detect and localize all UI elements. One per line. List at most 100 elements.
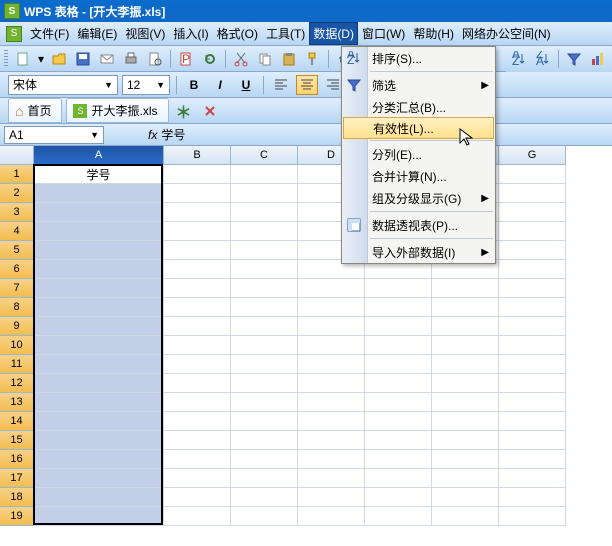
row-header[interactable]: 11 [0,355,34,374]
bold-button[interactable]: B [183,75,205,95]
cell[interactable] [365,469,432,488]
menu-network[interactable]: 网络办公空间(N) [458,22,555,45]
cell[interactable] [499,279,566,298]
cell[interactable] [499,355,566,374]
cell[interactable] [432,298,499,317]
dropdown-item[interactable]: 分类汇总(B)... [342,96,495,118]
cell[interactable] [34,317,164,336]
row-header[interactable]: 6 [0,260,34,279]
menu-help[interactable]: 帮助(H) [409,22,458,45]
sort-asc-button[interactable]: AZ [508,48,530,70]
cell[interactable] [432,355,499,374]
cell[interactable] [499,336,566,355]
cell[interactable] [164,412,231,431]
fx-icon[interactable]: fx [148,128,157,142]
cell[interactable] [34,507,164,526]
dropdown-item[interactable]: 筛选▶ [342,74,495,96]
cell[interactable] [298,488,365,507]
cell[interactable] [298,507,365,526]
cell[interactable] [231,222,298,241]
cell[interactable] [34,298,164,317]
cell[interactable] [164,431,231,450]
refresh-button[interactable] [199,48,221,70]
cell[interactable] [298,393,365,412]
cell[interactable] [231,279,298,298]
tab-document[interactable]: S 开大李振.xls [66,98,168,123]
cell[interactable] [34,412,164,431]
cell[interactable] [34,393,164,412]
cell[interactable] [432,507,499,526]
menu-file[interactable]: 文件(F) [26,22,73,45]
menu-data[interactable]: 数据(D) [309,22,358,45]
cell[interactable] [499,222,566,241]
filter-button[interactable] [563,48,585,70]
menu-edit[interactable]: 编辑(E) [73,22,121,45]
cell[interactable] [231,374,298,393]
cell[interactable] [298,355,365,374]
cell[interactable] [365,393,432,412]
cell[interactable] [164,279,231,298]
cell[interactable] [231,260,298,279]
close-tab-button[interactable] [199,101,221,121]
cell[interactable] [164,488,231,507]
cell[interactable] [298,450,365,469]
cell[interactable] [298,431,365,450]
cell[interactable] [499,184,566,203]
cell[interactable] [164,507,231,526]
cell[interactable] [432,431,499,450]
cell[interactable] [164,184,231,203]
cell[interactable] [432,412,499,431]
cell[interactable] [231,450,298,469]
cell[interactable] [499,260,566,279]
cell[interactable] [432,450,499,469]
cell[interactable] [231,412,298,431]
cell[interactable] [34,374,164,393]
new-tab-button[interactable]: ＊ [173,101,195,121]
open-button[interactable] [48,48,70,70]
cell[interactable] [34,184,164,203]
cell[interactable] [231,488,298,507]
cell[interactable] [365,336,432,355]
cell[interactable] [499,203,566,222]
cell[interactable] [298,469,365,488]
cell[interactable]: 学号 [34,165,164,184]
dropdown-item[interactable]: 有效性(L)... [343,117,494,139]
column-header[interactable]: B [164,146,231,165]
dropdown-item[interactable]: 合并计算(N)... [342,165,495,187]
cell[interactable] [164,222,231,241]
dropdown-item[interactable]: 数据透视表(P)... [342,214,495,236]
name-box[interactable]: A1 ▼ [4,126,104,144]
row-header[interactable]: 7 [0,279,34,298]
cell[interactable] [298,412,365,431]
cell[interactable] [231,431,298,450]
cell[interactable] [231,355,298,374]
cell[interactable] [34,336,164,355]
cell[interactable] [164,450,231,469]
menu-tools[interactable]: 工具(T) [262,22,309,45]
menu-insert[interactable]: 插入(I) [169,22,212,45]
cell[interactable] [432,336,499,355]
cell[interactable] [34,469,164,488]
cell[interactable] [231,298,298,317]
cell[interactable] [432,374,499,393]
mail-button[interactable] [96,48,118,70]
row-header[interactable]: 15 [0,431,34,450]
cell[interactable] [164,317,231,336]
cell[interactable] [164,355,231,374]
cell[interactable] [365,412,432,431]
italic-button[interactable]: I [209,75,231,95]
new-button[interactable] [12,48,34,70]
cell[interactable] [34,260,164,279]
size-combo[interactable]: 12 ▼ [122,75,170,95]
cell[interactable] [499,488,566,507]
cell[interactable] [231,393,298,412]
cell[interactable] [231,184,298,203]
cell[interactable] [499,431,566,450]
align-left-button[interactable] [270,75,292,95]
cell[interactable] [231,203,298,222]
row-header[interactable]: 19 [0,507,34,526]
cell[interactable] [432,469,499,488]
cell[interactable] [365,279,432,298]
cell[interactable] [365,355,432,374]
underline-button[interactable]: U [235,75,257,95]
